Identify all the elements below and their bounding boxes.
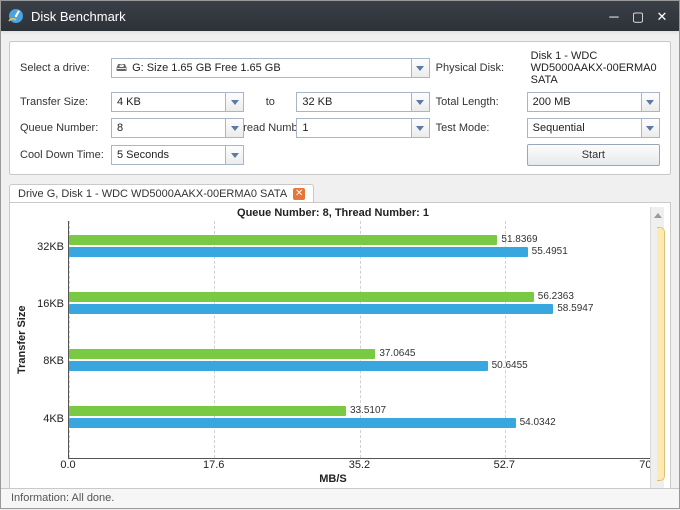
chart-panel: Queue Number: 8, Thread Number: 1 Transf… [9, 202, 671, 506]
bar-group: 56.236358.5947 [69, 292, 650, 322]
bar-label: 33.5107 [346, 405, 386, 416]
bar-sequential-writing: 33.5107 [69, 406, 346, 416]
y-category: 8KB [43, 355, 64, 367]
transfer-size-from-value: 4 KB [112, 96, 225, 108]
status-bar: Information: All done. [1, 488, 679, 508]
result-tab[interactable]: Drive G, Disk 1 - WDC WD5000AAKX-00ERMA0… [9, 184, 314, 203]
chevron-down-icon [641, 119, 659, 137]
chevron-down-icon [641, 93, 659, 111]
titlebar: Disk Benchmark ─ ▢ ✕ [1, 1, 679, 31]
status-text: Information: All done. [11, 492, 114, 504]
bar-sequential-reading: 58.5947 [69, 304, 553, 314]
label-physical-disk: Physical Disk: [436, 62, 521, 74]
label-cool-down: Cool Down Time: [20, 149, 105, 161]
y-category: 4KB [43, 413, 64, 425]
bar-label: 50.6455 [488, 360, 528, 371]
total-length-value: 200 MB [528, 96, 641, 108]
maximize-button[interactable]: ▢ [627, 7, 649, 25]
window-title: Disk Benchmark [31, 9, 603, 24]
chart-plot-area: 51.836955.495156.236358.594737.064550.64… [68, 221, 650, 459]
bar-sequential-reading: 55.4951 [69, 247, 528, 257]
tab-close-button[interactable]: ✕ [293, 188, 305, 200]
bar-label: 37.0645 [375, 348, 415, 359]
label-select-drive: Select a drive: [20, 62, 105, 74]
bar-label: 58.5947 [553, 303, 593, 314]
chart-x-axis-label: MB/S [16, 473, 650, 485]
label-test-mode: Test Mode: [436, 122, 521, 134]
minimize-button[interactable]: ─ [603, 7, 625, 25]
label-queue-number: Queue Number: [20, 122, 105, 134]
test-mode-value: Sequential [528, 122, 641, 134]
chart-title: Queue Number: 8, Thread Number: 1 [16, 207, 650, 221]
x-tick: 35.2 [349, 459, 370, 471]
bar-sequential-writing: 56.2363 [69, 292, 534, 302]
y-category: 32KB [37, 241, 64, 253]
thread-number-select[interactable]: 1 [296, 118, 429, 138]
scroll-track[interactable] [650, 207, 664, 501]
chart-y-axis-label: Transfer Size [16, 221, 32, 459]
bar-sequential-reading: 54.0342 [69, 418, 516, 428]
bar-label: 55.4951 [528, 246, 568, 257]
chevron-down-icon [225, 119, 243, 137]
bar-group: 37.0645 50.6455 [69, 349, 650, 379]
bar-sequential-reading: 50.6455 [69, 361, 488, 371]
chevron-down-icon [411, 119, 429, 137]
chart-x-ticks: 0.017.635.252.770.3 [68, 459, 650, 473]
label-transfer-size: Transfer Size: [20, 96, 105, 108]
chart-y-categories: 32KB 16KB 8KB 4KB [32, 221, 68, 459]
start-button[interactable]: Start [527, 144, 660, 166]
transfer-size-to-value: 32 KB [297, 96, 410, 108]
x-tick: 0.0 [60, 459, 75, 471]
chevron-down-icon [225, 146, 243, 164]
cool-down-select[interactable]: 5 Seconds [111, 145, 244, 165]
bar-label: 54.0342 [516, 417, 556, 428]
x-tick: 52.7 [494, 459, 515, 471]
parameters-panel: Select a drive: 🖴 G: Size 1.65 GB Free 1… [9, 41, 671, 175]
drive-select[interactable]: 🖴 G: Size 1.65 GB Free 1.65 GB [111, 58, 430, 78]
scroll-up-icon[interactable] [654, 213, 662, 218]
physical-disk-value: Disk 1 - WDC WD5000AAKX-00ERMA0 SATA [527, 50, 660, 86]
bar-sequential-writing: 51.8369 [69, 235, 497, 245]
bar-group: 33.5107 54.0342 [69, 406, 650, 436]
drive-select-value: G: Size 1.65 GB Free 1.65 GB [127, 62, 411, 74]
chevron-down-icon [225, 93, 243, 111]
scroll-hint [657, 227, 665, 481]
label-total-length: Total Length: [436, 96, 521, 108]
total-length-select[interactable]: 200 MB [527, 92, 660, 112]
bar-label: 51.8369 [497, 234, 537, 245]
transfer-size-to-select[interactable]: 32 KB [296, 92, 429, 112]
thread-number-value: 1 [297, 122, 410, 134]
cool-down-value: 5 Seconds [112, 149, 225, 161]
test-mode-select[interactable]: Sequential [527, 118, 660, 138]
app-icon [7, 7, 25, 25]
transfer-size-from-select[interactable]: 4 KB [111, 92, 244, 112]
queue-number-select[interactable]: 8 [111, 118, 244, 138]
chevron-down-icon [411, 93, 429, 111]
bar-sequential-writing: 37.0645 [69, 349, 375, 359]
result-tab-label: Drive G, Disk 1 - WDC WD5000AAKX-00ERMA0… [18, 188, 287, 200]
label-to: to [250, 96, 290, 108]
bar-label: 56.2363 [534, 291, 574, 302]
queue-number-value: 8 [112, 122, 225, 134]
bar-group: 51.836955.4951 [69, 235, 650, 265]
chevron-down-icon [411, 59, 429, 77]
drive-icon: 🖴 [112, 59, 127, 78]
close-button[interactable]: ✕ [651, 7, 673, 25]
y-category: 16KB [37, 298, 64, 310]
x-tick: 17.6 [203, 459, 224, 471]
